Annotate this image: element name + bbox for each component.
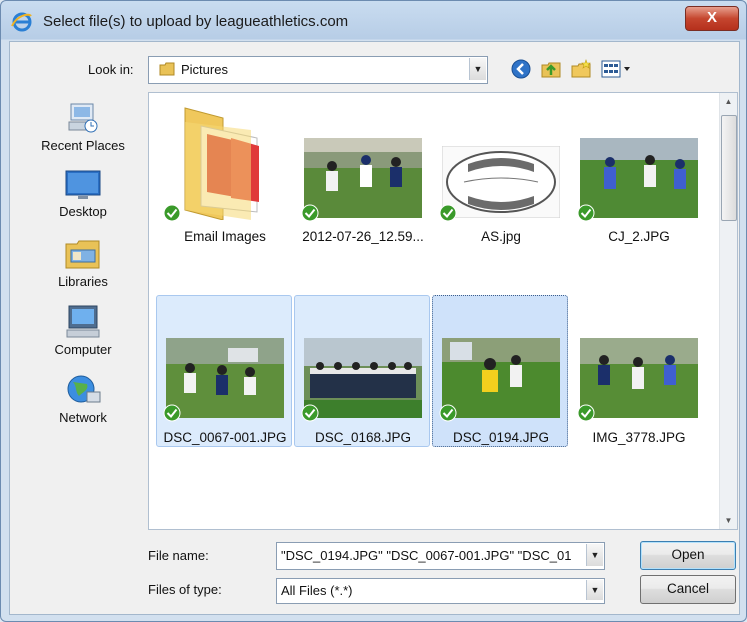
place-network[interactable]: Network	[28, 372, 138, 425]
file-item-dsc-0168[interactable]: DSC_0168.JPG	[294, 295, 430, 447]
desktop-icon	[65, 170, 101, 199]
file-name: DSC_0067-001.JPG	[163, 430, 287, 445]
check-badge-icon	[577, 204, 595, 222]
file-item-as-jpg[interactable]: AS.jpg	[432, 97, 568, 249]
logo-thumbnail-icon	[442, 146, 560, 218]
chevron-down-icon[interactable]: ▼	[586, 580, 603, 600]
place-label: Libraries	[58, 274, 108, 289]
place-label: Recent Places	[41, 138, 125, 153]
file-name-field[interactable]: "DSC_0194.JPG" "DSC_0067-001.JPG" "DSC_0…	[276, 542, 605, 570]
back-arrow-icon[interactable]	[510, 58, 532, 80]
place-label: Computer	[54, 342, 112, 357]
file-item-dsc-0067[interactable]: DSC_0067-001.JPG	[156, 295, 292, 447]
internet-explorer-icon	[11, 12, 32, 32]
open-button[interactable]: Open	[640, 541, 736, 570]
file-item-img-3778[interactable]: IMG_3778.JPG	[570, 295, 706, 447]
look-in-label: Look in:	[88, 62, 134, 77]
photo-thumbnail-icon	[580, 138, 698, 218]
check-badge-icon	[163, 404, 181, 422]
file-item-dsc-0194[interactable]: DSC_0194.JPG	[432, 295, 568, 447]
place-libraries[interactable]: Libraries	[28, 236, 138, 289]
file-name: 2012-07-26_12.59...	[302, 229, 424, 244]
scroll-up-arrow-icon[interactable]: ▲	[720, 93, 737, 110]
file-name: CJ_2.JPG	[608, 229, 670, 244]
file-name: AS.jpg	[481, 229, 521, 244]
views-menu-icon[interactable]	[600, 58, 632, 80]
scrollbar-thumb[interactable]	[721, 115, 737, 221]
file-item-2012-07-26[interactable]: 2012-07-26_12.59...	[294, 97, 430, 249]
check-badge-icon	[577, 404, 595, 422]
scroll-down-arrow-icon[interactable]: ▼	[720, 512, 737, 529]
file-name: Email Images	[184, 229, 266, 244]
title-bar[interactable]: Select file(s) to upload by leagueathlet…	[1, 1, 746, 41]
place-computer[interactable]: Computer	[28, 304, 138, 357]
network-icon	[67, 375, 101, 403]
file-name-label: File name:	[148, 548, 209, 563]
place-desktop[interactable]: Desktop	[28, 168, 138, 219]
look-in-value: Pictures	[181, 62, 228, 77]
file-type-value: All Files (*.*)	[281, 583, 353, 598]
place-label: Network	[59, 410, 107, 425]
window-title: Select file(s) to upload by leagueathlet…	[43, 13, 349, 30]
libraries-icon	[65, 240, 100, 269]
file-item-cj-2[interactable]: CJ_2.JPG	[570, 97, 706, 249]
chevron-down-icon[interactable]: ▼	[469, 58, 486, 80]
file-upload-dialog: Select file(s) to upload by leagueathlet…	[0, 0, 747, 622]
file-name: IMG_3778.JPG	[592, 430, 686, 445]
dialog-body: Look in: Pictures ▼ Recent Places Deskto…	[9, 41, 740, 615]
cancel-button[interactable]: Cancel	[640, 575, 736, 604]
photo-thumbnail-icon	[442, 338, 560, 418]
check-badge-icon	[301, 204, 319, 222]
check-badge-icon	[439, 204, 457, 222]
look-in-dropdown[interactable]: Pictures ▼	[148, 56, 488, 84]
photo-thumbnail-icon	[580, 338, 698, 418]
file-name: DSC_0194.JPG	[452, 430, 550, 445]
photo-thumbnail-icon	[166, 338, 284, 418]
folder-icon	[159, 62, 175, 76]
check-badge-icon	[301, 404, 319, 422]
chevron-down-icon[interactable]: ▼	[586, 544, 603, 566]
recent-places-icon	[68, 103, 98, 133]
close-icon: X	[706, 9, 717, 26]
file-type-label: Files of type:	[148, 582, 222, 597]
photo-thumbnail-icon	[304, 138, 422, 218]
place-recent-places[interactable]: Recent Places	[28, 100, 138, 153]
places-bar: Recent Places Desktop Libraries Computer…	[28, 92, 148, 482]
up-folder-icon[interactable]	[540, 58, 562, 80]
file-name-value[interactable]: "DSC_0194.JPG" "DSC_0067-001.JPG" "DSC_0…	[281, 548, 571, 563]
place-label: Desktop	[59, 204, 107, 219]
photo-thumbnail-icon	[304, 338, 422, 418]
computer-icon	[66, 305, 100, 338]
new-folder-icon[interactable]	[570, 58, 592, 80]
check-badge-icon	[439, 404, 457, 422]
folder-icon	[184, 107, 259, 220]
vertical-scrollbar[interactable]: ▲ ▼	[719, 93, 737, 529]
file-item-email-images[interactable]: Email Images	[156, 97, 292, 249]
file-type-dropdown[interactable]: All Files (*.*) ▼	[276, 578, 605, 604]
close-button[interactable]: X	[685, 6, 739, 31]
file-name: DSC_0168.JPG	[314, 430, 412, 445]
check-badge-icon	[163, 204, 181, 222]
file-list[interactable]: Email Images 2012-07-26_12.59... AS.jpg …	[148, 92, 738, 530]
